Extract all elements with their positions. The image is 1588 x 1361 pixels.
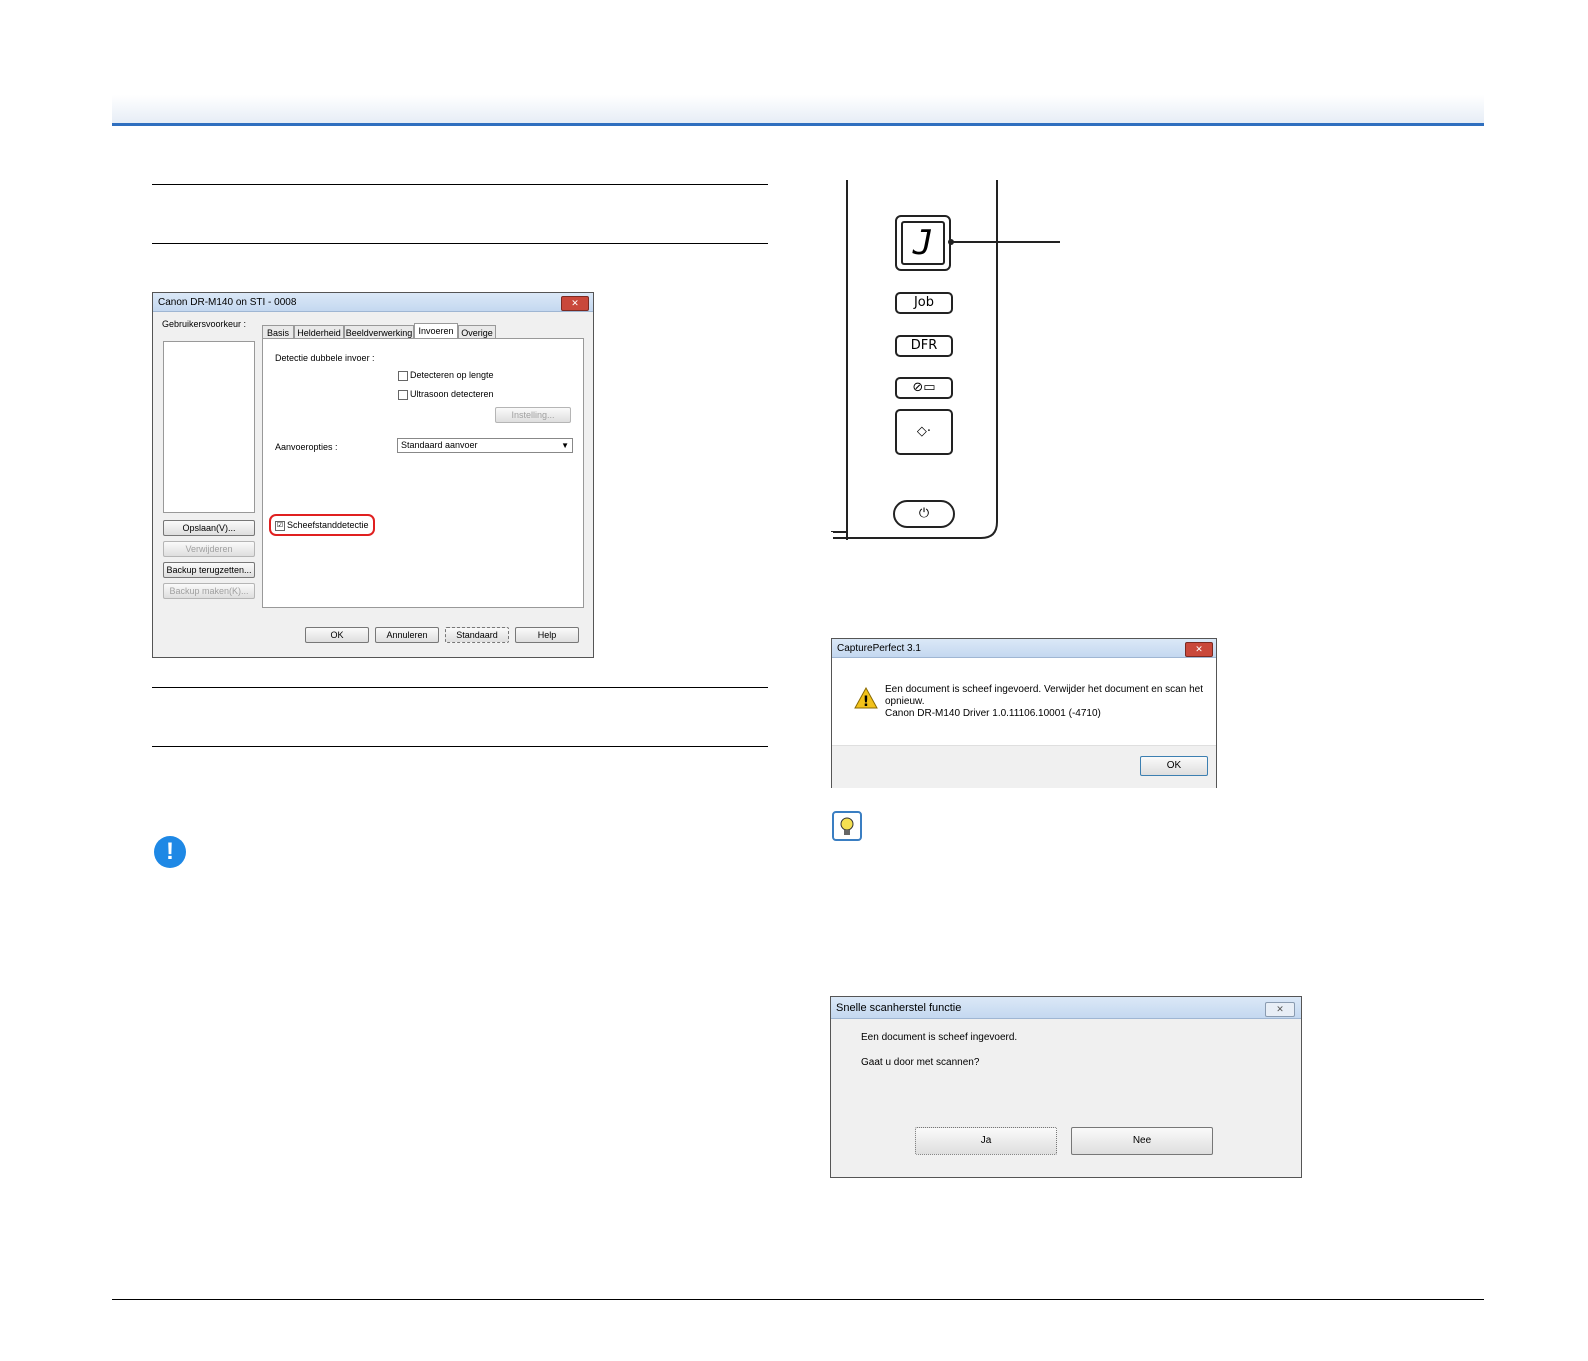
close-icon[interactable]: ✕: [1185, 642, 1213, 657]
detect-length-checkbox[interactable]: [398, 370, 408, 381]
ultrasonic-checkbox[interactable]: [398, 389, 408, 400]
feed-options-label: Aanvoeropties :: [275, 442, 338, 452]
restore-backup-button[interactable]: Backup terugzetten...: [163, 562, 255, 578]
ultrasonic-option[interactable]: Ultrasoon detecteren: [398, 389, 494, 400]
settings-dialog: Canon DR-M140 on STI - 0008 ✕ Gebruikers…: [152, 292, 594, 658]
section-rule-3: [152, 687, 768, 688]
error-message: Een document is scheef ingevoerd. Verwij…: [885, 684, 1203, 720]
job-button[interactable]: Job: [895, 292, 953, 314]
tab-basis[interactable]: Basis: [262, 325, 294, 339]
delete-button[interactable]: Verwijderen: [163, 541, 255, 557]
status-display: J: [895, 215, 951, 271]
footer-rule: [112, 1299, 1484, 1300]
settings-dialog-title: Canon DR-M140 on STI - 0008: [158, 297, 297, 308]
ok-button[interactable]: OK: [305, 627, 369, 643]
display-callout-dot: [948, 239, 954, 245]
error-dialog-title: CapturePerfect 3.1: [837, 643, 921, 654]
skew-detection-option[interactable]: ☑ Scheefstanddetectie: [275, 520, 369, 531]
save-button[interactable]: Opslaan(V)...: [163, 520, 255, 536]
skew-detection-label: Scheefstanddetectie: [287, 520, 369, 530]
error-message-line3: Canon DR-M140 Driver 1.0.11106.10001 (-4…: [885, 708, 1101, 719]
settings-dialog-titlebar: Canon DR-M140 on STI - 0008: [153, 293, 593, 312]
user-pref-label: Gebruikersvoorkeur :: [162, 319, 247, 329]
error-dialog: CapturePerfect 3.1 ✕ ! Een document is s…: [831, 638, 1217, 788]
quick-recovery-line1: Een document is scheef ingevoerd.: [861, 1032, 1018, 1043]
quick-recovery-line2: Gaat u door met scannen?: [861, 1057, 980, 1068]
feed-options-value: Standaard aanvoer: [401, 440, 478, 450]
ultrasonic-label: Ultrasoon detecteren: [410, 389, 494, 399]
cancel-button[interactable]: Annuleren: [375, 627, 439, 643]
error-dialog-titlebar: CapturePerfect 3.1: [832, 639, 1216, 658]
section-rule-1: [152, 184, 768, 185]
display-callout-line: [950, 241, 1060, 243]
tab-overige[interactable]: Overige: [458, 325, 496, 339]
quick-recovery-dialog: Snelle scanherstel functie ✕ Een documen…: [830, 996, 1302, 1178]
feed-options-select[interactable]: Standaard aanvoer ▼: [397, 438, 573, 453]
stop-button[interactable]: ⊘▭: [895, 377, 953, 399]
tab-beeldverwerking[interactable]: Beeldverwerking: [344, 325, 414, 339]
invoeren-panel: Detectie dubbele invoer : Detecteren op …: [262, 338, 584, 608]
default-button[interactable]: Standaard: [445, 627, 509, 643]
no-button[interactable]: Nee: [1071, 1127, 1213, 1155]
power-icon: ⏻: [918, 506, 930, 521]
tab-invoeren[interactable]: Invoeren: [414, 323, 458, 339]
start-button[interactable]: ◇·: [895, 409, 953, 455]
dfr-button[interactable]: DFR: [895, 335, 953, 357]
important-icon: !: [154, 836, 186, 868]
error-message-line2: opnieuw.: [885, 696, 925, 707]
quick-recovery-titlebar: Snelle scanherstel functie: [831, 997, 1301, 1019]
display-char: J: [901, 221, 945, 265]
page-header-band: [112, 95, 1484, 126]
panel-edge: [831, 531, 847, 532]
section-rule-2: [152, 243, 768, 244]
yes-button[interactable]: Ja: [915, 1127, 1057, 1155]
quick-recovery-title: Snelle scanherstel functie: [836, 1002, 962, 1014]
double-feed-label: Detectie dubbele invoer :: [275, 353, 375, 363]
lightbulb-icon: [832, 811, 862, 841]
warning-mark: !: [863, 694, 869, 709]
ok-button[interactable]: OK: [1140, 756, 1208, 776]
power-button[interactable]: ⏻: [893, 500, 955, 528]
skew-detection-checkbox[interactable]: ☑: [275, 520, 285, 531]
warning-icon: !: [854, 687, 878, 709]
make-backup-button[interactable]: Backup maken(K)...: [163, 583, 255, 599]
close-icon[interactable]: ✕: [1265, 1002, 1295, 1017]
detect-length-label: Detecteren op lengte: [410, 370, 494, 380]
help-button[interactable]: Help: [515, 627, 579, 643]
close-icon[interactable]: ✕: [561, 296, 589, 311]
section-rule-4: [152, 746, 768, 747]
error-message-line1: Een document is scheef ingevoerd. Verwij…: [885, 684, 1203, 695]
detect-length-option[interactable]: Detecteren op lengte: [398, 370, 494, 381]
user-pref-list[interactable]: [163, 341, 255, 513]
start-icon: ◇·: [916, 424, 932, 439]
stop-icon: ⊘▭: [912, 380, 936, 395]
chevron-down-icon: ▼: [561, 441, 569, 450]
tab-helderheid[interactable]: Helderheid: [294, 325, 344, 339]
settings-button[interactable]: Instelling...: [495, 407, 571, 423]
